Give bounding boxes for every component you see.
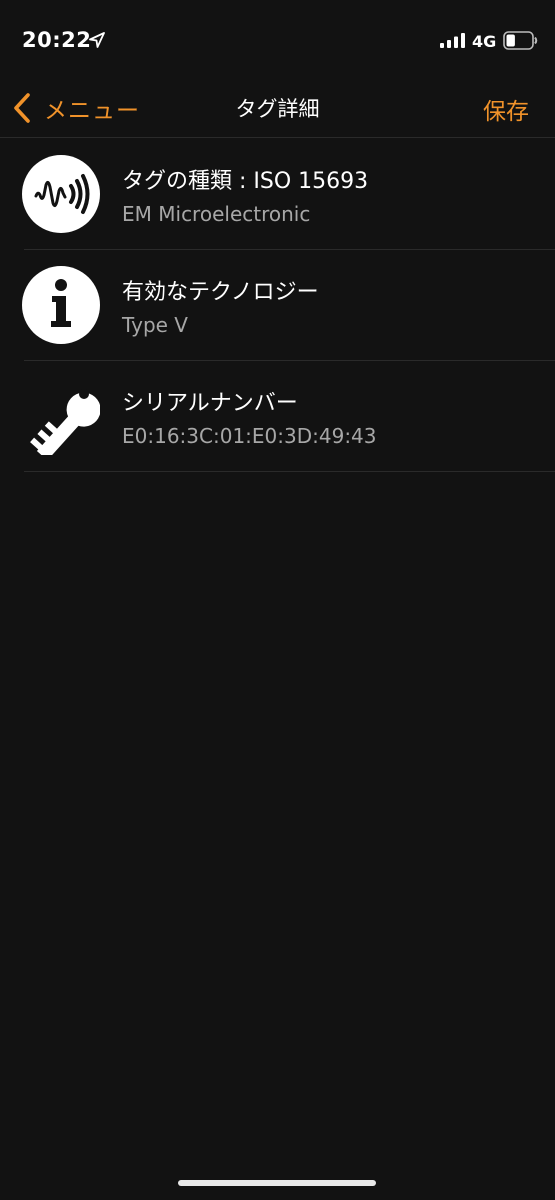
navigation-bar: メニュー タグ詳細 保存 — [0, 80, 555, 138]
page-title: タグ詳細 — [235, 97, 320, 121]
battery-icon — [503, 31, 538, 50]
serial-number-label: シリアルナンバー — [122, 391, 298, 416]
cellular-signal-icon — [440, 33, 465, 48]
network-type: 4G — [472, 32, 497, 51]
nfc-signal-icon — [22, 155, 100, 233]
list-item-serial-number: シリアルナンバー E0:16:3C:01:E0:3D:49:43 — [24, 361, 555, 472]
info-icon — [22, 266, 100, 344]
list-item-tag-type: タグの種類 : ISO 15693 EM Microelectronic — [22, 139, 555, 250]
status-bar: 20:22 4G — [0, 0, 555, 80]
screen: 20:22 4G メニュー タグ詳細 保存 タグの種類: ISO 15693 … — [0, 0, 555, 1200]
tag-detail-list: タグの種類 : ISO 15693 EM Microelectronic 有効な… — [0, 139, 555, 472]
key-icon — [30, 389, 100, 455]
list-item-technology: 有効なテクノロジー Type V — [22, 250, 555, 361]
tag-type-label: タグの種類 : ISO 15693 — [122, 169, 369, 194]
home-indicator[interactable] — [178, 1180, 376, 1186]
technology-value: Type V — [122, 313, 188, 337]
serial-number-value: E0:16:3C:01:E0:3D:49:43 — [122, 424, 377, 448]
save-button[interactable]: 保存 — [483, 92, 529, 126]
status-time: 20:22 — [22, 28, 92, 52]
technology-label: 有効なテクノロジー — [122, 280, 319, 305]
location-arrow-icon — [89, 32, 105, 48]
tag-manufacturer: EM Microelectronic — [122, 202, 311, 226]
